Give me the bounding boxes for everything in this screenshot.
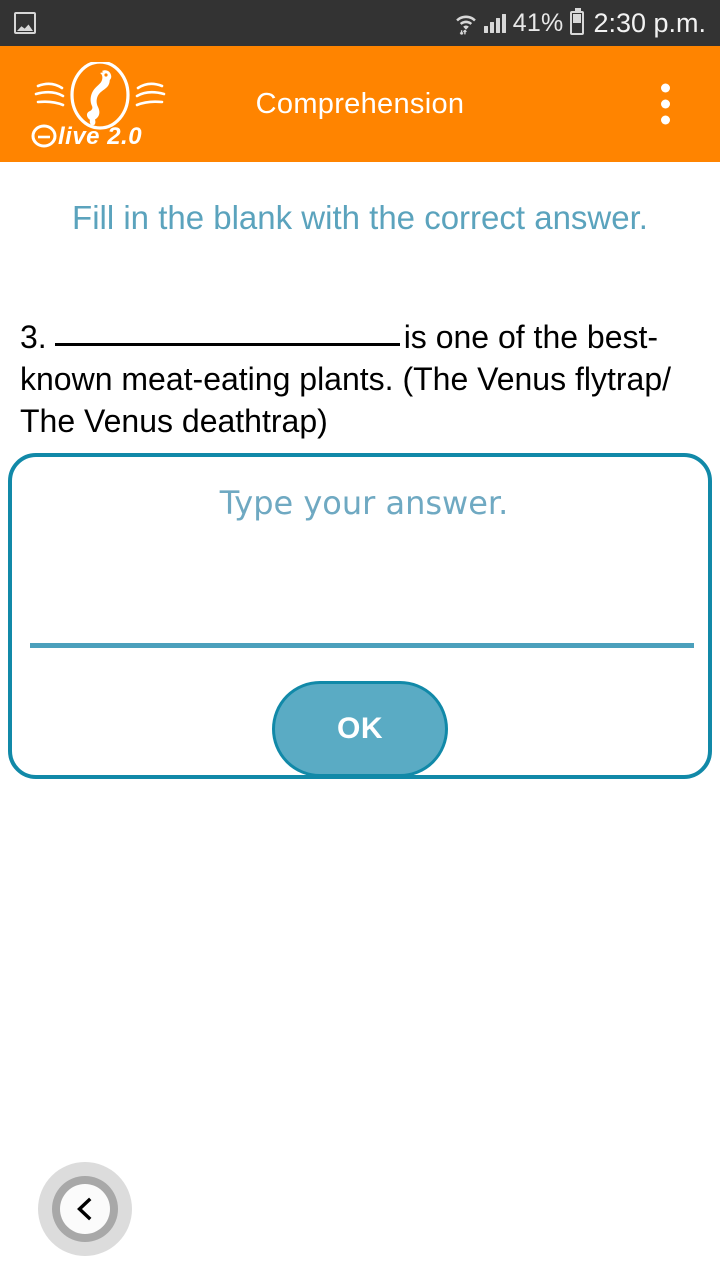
instruction-text: Fill in the blank with the correct answe… (72, 199, 648, 236)
ok-button[interactable]: OK (272, 681, 448, 777)
answer-card: OK (8, 453, 712, 779)
question-text: 3. is one of the best-known meat-eating p… (20, 316, 700, 442)
answer-input[interactable] (32, 483, 696, 613)
app-bar: live 2.0 Comprehension (0, 46, 720, 162)
status-bar-left (14, 12, 36, 34)
back-button-core (60, 1184, 110, 1234)
app-screen: 41% 2:30 p.m. live 2.0 Comprehension Fil… (0, 0, 720, 1280)
question-number: 3. (20, 319, 47, 355)
wifi-icon (455, 11, 477, 35)
battery-percent-label: 41% (512, 8, 564, 37)
image-notification-icon (14, 12, 36, 34)
back-button[interactable] (38, 1162, 132, 1256)
answer-divider (30, 643, 694, 648)
clock-label: 2:30 p.m. (593, 7, 706, 38)
more-vertical-icon[interactable] (655, 76, 676, 133)
battery-icon (570, 8, 585, 35)
signal-bars-icon (483, 13, 506, 33)
back-button-ring (52, 1176, 118, 1242)
status-bar-right: 41% 2:30 p.m. (455, 8, 706, 39)
svg-text:live 2.0: live 2.0 (58, 123, 142, 150)
chevron-left-icon (77, 1197, 92, 1221)
page-title: Comprehension (255, 87, 465, 120)
blank-underline (54, 326, 400, 346)
status-bar: 41% 2:30 p.m. (0, 0, 720, 46)
